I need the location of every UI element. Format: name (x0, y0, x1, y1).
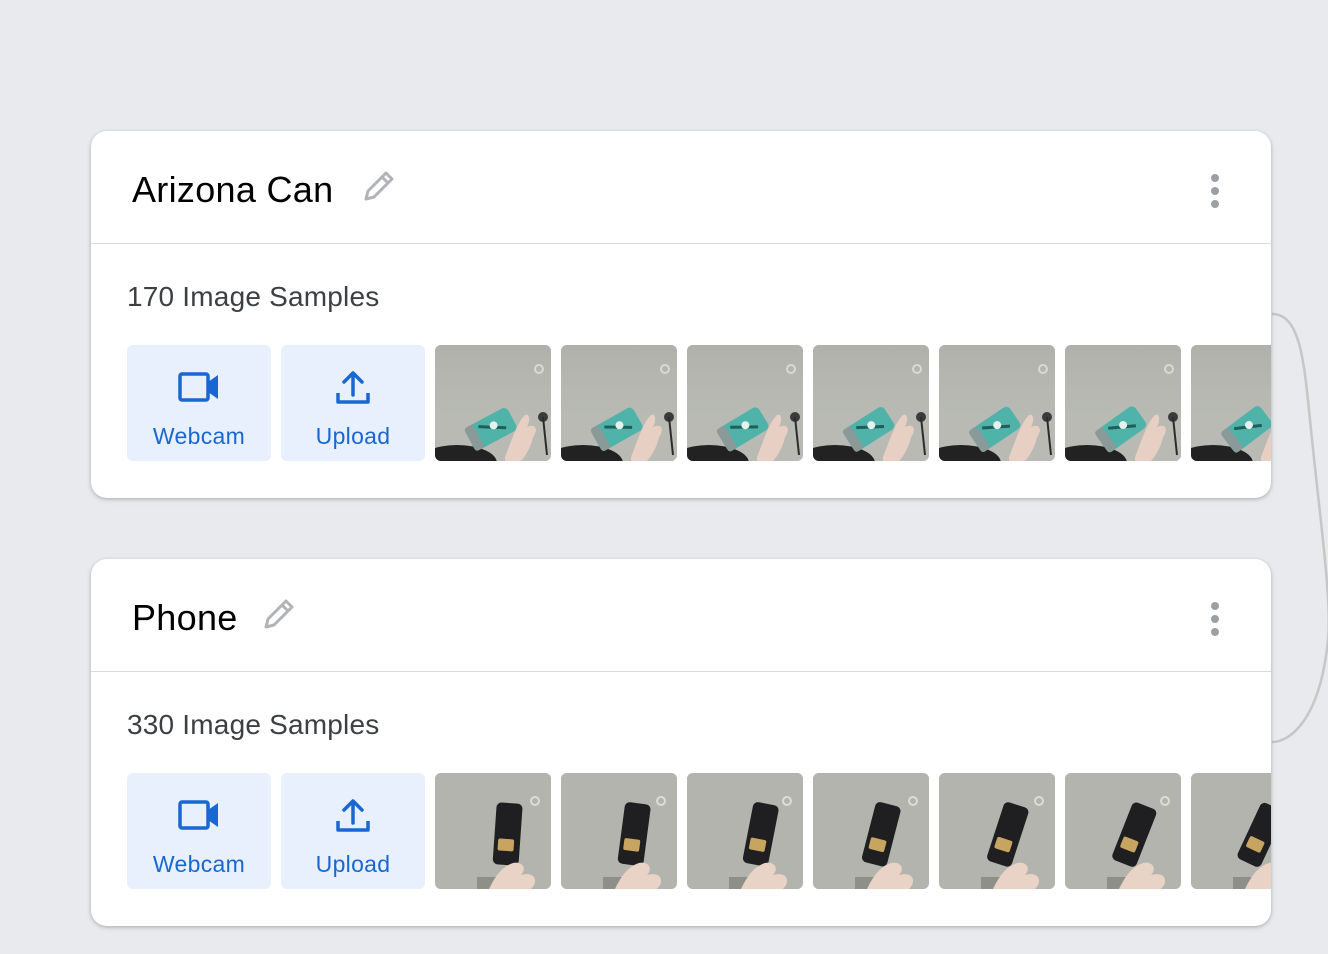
sample-thumbnail[interactable] (1191, 773, 1271, 889)
sample-thumbnail[interactable] (435, 773, 551, 889)
sample-row: Webcam Upload (127, 345, 1271, 461)
more-vert-icon[interactable] (1203, 171, 1227, 211)
pencil-icon[interactable] (258, 595, 298, 635)
sample-thumbnail[interactable] (939, 773, 1055, 889)
upload-label: Upload (315, 851, 391, 877)
sample-thumbnail[interactable] (813, 773, 929, 889)
sample-thumbnail[interactable] (687, 773, 803, 889)
webcam-label: Webcam (152, 851, 246, 877)
sample-thumbnail[interactable] (1191, 345, 1271, 461)
sample-row: Webcam Upload (127, 773, 1271, 889)
sample-thumbnail[interactable] (435, 345, 551, 461)
sample-image (435, 773, 551, 889)
sample-image (939, 345, 1055, 461)
sample-image (687, 773, 803, 889)
card-header: Arizona Can (91, 131, 1271, 244)
sample-image (687, 345, 803, 461)
pencil-icon[interactable] (358, 167, 398, 207)
class-title[interactable]: Arizona Can (132, 169, 333, 211)
videocam-icon (178, 372, 218, 402)
sample-image (1191, 345, 1271, 461)
webcam-button[interactable]: Webcam (127, 345, 271, 461)
sample-thumbnail[interactable] (1065, 773, 1181, 889)
sample-image (1191, 773, 1271, 889)
sample-image (813, 345, 929, 461)
sample-count: 330 Image Samples (127, 709, 380, 740)
class-card-phone: Phone 330 Image Samples Webcam Upload (91, 559, 1271, 926)
sample-thumbnail[interactable] (561, 773, 677, 889)
upload-button[interactable]: Upload (281, 345, 425, 461)
sample-image (1065, 345, 1181, 461)
sample-count: 170 Image Samples (127, 281, 380, 312)
upload-button[interactable]: Upload (281, 773, 425, 889)
sample-thumbnail[interactable] (1065, 345, 1181, 461)
webcam-label: Webcam (152, 423, 246, 449)
sample-image (561, 773, 677, 889)
sample-thumbnail[interactable] (939, 345, 1055, 461)
sample-thumbnail[interactable] (561, 345, 677, 461)
class-title[interactable]: Phone (132, 597, 238, 639)
sample-thumbnail[interactable] (813, 345, 929, 461)
sample-image (561, 345, 677, 461)
upload-icon (336, 371, 370, 404)
upload-label: Upload (315, 423, 391, 449)
sample-image (813, 773, 929, 889)
sample-image (939, 773, 1055, 889)
card-header: Phone (91, 559, 1271, 672)
canvas: Arizona Can 170 Image Samples Webcam Upl… (0, 0, 1328, 954)
sample-thumbnail[interactable] (687, 345, 803, 461)
upload-icon (336, 799, 370, 832)
sample-image (1065, 773, 1181, 889)
webcam-button[interactable]: Webcam (127, 773, 271, 889)
class-card-arizona-can: Arizona Can 170 Image Samples Webcam Upl… (91, 131, 1271, 498)
sample-image (435, 345, 551, 461)
videocam-icon (178, 800, 218, 830)
more-vert-icon[interactable] (1203, 599, 1227, 639)
